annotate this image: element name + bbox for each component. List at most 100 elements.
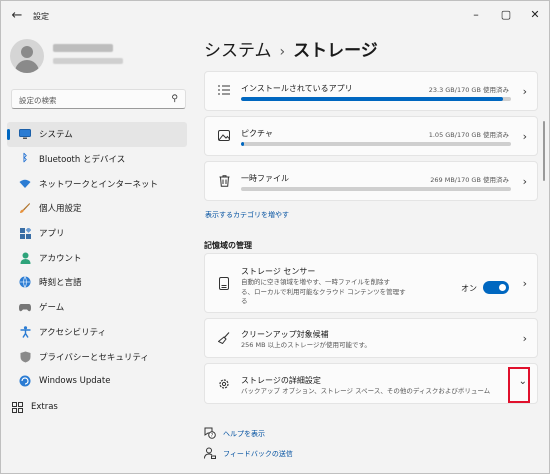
- close-button[interactable]: ✕: [520, 5, 550, 25]
- chevron-right-icon: ›: [522, 130, 527, 143]
- title-bar: ← 設定 – ▢ ✕: [1, 1, 549, 31]
- breadcrumb: システム › ストレージ: [204, 36, 378, 61]
- page-title: ストレージ: [293, 41, 378, 61]
- storage-sense-desc-line: る、ローカルで利用可能なクラウド コンテンツを管理す: [241, 287, 406, 296]
- sidebar-item-system[interactable]: システム: [7, 122, 187, 147]
- category-usage: 1.05 GB/170 GB 使用済み: [428, 131, 509, 139]
- category-title: ピクチャ: [241, 129, 273, 138]
- sidebar-item-privacy[interactable]: プライバシーとセキュリティ: [7, 344, 187, 369]
- cleanup-description: 256 MB 以上のストレージが使用可能です。: [241, 341, 371, 349]
- sidebar-item-accounts[interactable]: アカウント: [7, 245, 187, 270]
- storage-category-pictures[interactable]: ピクチャ 1.05 GB/170 GB 使用済み ›: [204, 116, 538, 156]
- usage-bar-fill: [241, 97, 503, 101]
- maximize-button[interactable]: ▢: [491, 5, 521, 25]
- sidebar-item-accessibility[interactable]: アクセシビリティ: [7, 320, 187, 345]
- app-title: 設定: [33, 12, 49, 21]
- breadcrumb-separator: ›: [279, 44, 286, 60]
- get-help-link[interactable]: ヘルプを表示: [223, 429, 265, 439]
- avatar-head-shape: [21, 46, 33, 58]
- storage-sense-desc-line: 自動的に空き領域を増やす、一時ファイルを削除す: [241, 278, 390, 286]
- chevron-right-icon: ›: [522, 332, 527, 345]
- sidebar-item-bluetooth[interactable]: ᛒ Bluetooth とデバイス: [7, 147, 187, 172]
- broom-icon: [217, 332, 231, 346]
- back-arrow-icon[interactable]: ←: [9, 8, 25, 24]
- avatar[interactable]: [10, 39, 44, 73]
- bluetooth-icon: ᛒ: [22, 153, 28, 165]
- update-icon: [19, 375, 31, 387]
- sidebar-item-label: アクセシビリティ: [39, 327, 107, 338]
- sidebar-item-label: アプリ: [39, 229, 65, 240]
- storage-sense-row[interactable]: ストレージ センサー 自動的に空き領域を増やす、一時ファイルを削除す る、ローカ…: [204, 253, 538, 313]
- sidebar-item-label: Windows Update: [39, 376, 111, 387]
- apps-icon: [19, 227, 31, 239]
- storage-category-installed-apps[interactable]: インストールされているアプリ 23.3 GB/170 GB 使用済み ›: [204, 71, 538, 111]
- sidebar-item-gaming[interactable]: ゲーム: [7, 295, 187, 320]
- category-usage: 23.3 GB/170 GB 使用済み: [428, 86, 509, 94]
- help-icon: ?: [204, 427, 216, 439]
- sidebar-item-label: Bluetooth とデバイス: [39, 155, 126, 166]
- globe-clock-icon: [19, 276, 31, 289]
- toggle-state-label: オン: [461, 284, 477, 293]
- toggle-knob: [499, 284, 506, 291]
- usage-bar: [241, 142, 511, 146]
- extras-icon: [11, 401, 23, 413]
- feedback-icon: [204, 447, 216, 460]
- sidebar-item-windows-update[interactable]: Windows Update: [7, 369, 187, 394]
- advanced-title: ストレージの詳細設定: [241, 376, 321, 385]
- sidebar-item-label: 個人用設定: [39, 204, 82, 215]
- cleanup-recommendations-row[interactable]: クリーンアップ対象候補 256 MB 以上のストレージが使用可能です。 ›: [204, 318, 538, 358]
- sidebar-item-label: システム: [39, 130, 73, 141]
- shield-icon: [19, 351, 31, 363]
- trash-icon: [217, 175, 231, 189]
- account-icon: [19, 252, 31, 264]
- picture-icon: [217, 130, 231, 144]
- sidebar-item-network[interactable]: ネットワークとインターネット: [7, 171, 187, 196]
- sidebar-item-label: ネットワークとインターネット: [39, 179, 159, 190]
- sidebar-item-label: Extras: [31, 402, 58, 413]
- sidebar-item-label: ゲーム: [39, 303, 65, 314]
- sidebar-item-label: プライバシーとセキュリティ: [39, 352, 149, 363]
- advanced-description: バックアップ オプション、ストレージ スペース、その他のディスクおよびボリューム: [241, 387, 491, 395]
- sidebar-item-label: アカウント: [39, 253, 82, 264]
- advanced-storage-settings-row[interactable]: ストレージの詳細設定 バックアップ オプション、ストレージ スペース、その他のデ…: [204, 363, 538, 404]
- sidebar-item-apps[interactable]: アプリ: [7, 221, 187, 246]
- send-feedback-link[interactable]: フィードバックの送信: [223, 449, 293, 459]
- gear-icon: [217, 378, 231, 392]
- chevron-right-icon[interactable]: ›: [523, 277, 527, 290]
- storage-sense-toggle[interactable]: [483, 281, 509, 294]
- system-icon: [19, 128, 31, 140]
- sidebar-item-extras[interactable]: Extras: [1, 395, 187, 420]
- storage-sense-desc-line: る: [241, 297, 248, 305]
- chevron-right-icon: ›: [522, 175, 527, 188]
- usage-bar: [241, 97, 511, 101]
- search-icon: ⚲: [171, 94, 178, 104]
- sidebar-item-personalization[interactable]: 個人用設定: [7, 196, 187, 221]
- storage-sense-title: ストレージ センサー: [241, 267, 316, 276]
- usage-bar: [241, 187, 511, 191]
- accessibility-icon: [19, 326, 31, 338]
- list-icon: [217, 85, 231, 99]
- search-input[interactable]: 設定の検索 ⚲: [11, 89, 186, 109]
- gamepad-icon: [19, 301, 31, 313]
- svg-text:?: ?: [211, 433, 214, 439]
- chevron-right-icon: ›: [522, 85, 527, 98]
- wifi-icon: [19, 178, 31, 190]
- sidebar-item-label: 時刻と言語: [39, 278, 82, 289]
- storage-sense-description: 自動的に空き領域を増やす、一時ファイルを削除す る、ローカルで利用可能なクラウド…: [241, 278, 406, 307]
- search-placeholder: 設定の検索: [19, 96, 57, 105]
- breadcrumb-parent[interactable]: システム: [204, 41, 272, 61]
- category-title: インストールされているアプリ: [241, 84, 353, 93]
- minimize-button[interactable]: –: [461, 5, 491, 25]
- brush-icon: [19, 202, 31, 214]
- cleanup-title: クリーンアップ対象候補: [241, 330, 329, 339]
- category-usage: 269 MB/170 GB 使用済み: [430, 176, 509, 184]
- scrollbar[interactable]: [543, 121, 545, 181]
- profile-email-blurred: [53, 58, 123, 64]
- drive-icon: [217, 277, 231, 291]
- sidebar-item-time-language[interactable]: 時刻と言語: [7, 270, 187, 295]
- usage-bar-fill: [241, 142, 244, 146]
- show-more-categories-link[interactable]: 表示するカテゴリを増やす: [205, 210, 289, 220]
- storage-category-temp-files[interactable]: 一時ファイル 269 MB/170 GB 使用済み ›: [204, 161, 538, 201]
- settings-window: ← 設定 – ▢ ✕ 設定の検索 ⚲ システム ᛒ Bluetooth とデバイ…: [0, 0, 550, 474]
- sidebar-nav: システム ᛒ Bluetooth とデバイス ネットワークとインターネット 個人…: [7, 122, 187, 394]
